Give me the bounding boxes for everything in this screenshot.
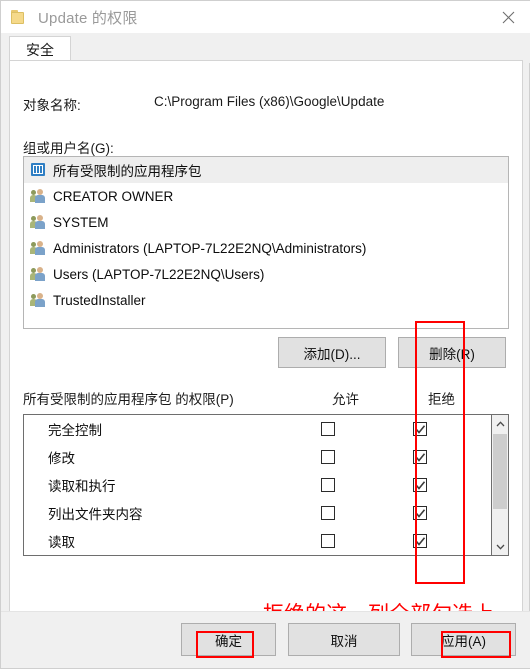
users-icon — [30, 292, 47, 308]
list-item[interactable]: SYSTEM — [24, 209, 508, 235]
app-package-icon — [30, 162, 47, 178]
scrollbar-thumb[interactable] — [493, 434, 507, 509]
deny-checkbox[interactable] — [413, 422, 427, 436]
remove-button-label: 删除(R) — [429, 346, 475, 362]
list-item[interactable]: Administrators (LAPTOP-7L22E2NQ\Administ… — [24, 235, 508, 261]
folder-icon — [11, 10, 27, 24]
chevron-up-icon[interactable] — [492, 415, 508, 432]
list-item-label: 所有受限制的应用程序包 — [53, 164, 202, 179]
permission-name: 修改 — [48, 451, 75, 466]
close-icon[interactable] — [486, 1, 530, 33]
allow-checkbox[interactable] — [321, 534, 335, 548]
users-icon — [30, 188, 47, 204]
object-name-label: 对象名称: — [23, 98, 81, 113]
list-item[interactable]: 所有受限制的应用程序包 — [24, 157, 508, 183]
deny-checkbox[interactable] — [413, 478, 427, 492]
group-user-list[interactable]: 所有受限制的应用程序包 CREATOR OWNER SYSTEM Adminis… — [23, 156, 509, 329]
table-row[interactable]: 修改 — [24, 443, 508, 471]
users-icon — [30, 266, 47, 282]
list-item-label: TrustedInstaller — [53, 292, 146, 308]
list-item-label: Administrators (LAPTOP-7L22E2NQ\Administ… — [53, 240, 367, 256]
table-row[interactable]: 读取 — [24, 527, 508, 555]
list-item[interactable]: TrustedInstaller — [24, 287, 508, 313]
table-row[interactable]: 列出文件夹内容 — [24, 499, 508, 527]
ok-button[interactable]: 确定 — [181, 623, 276, 656]
object-name-value: C:\Program Files (x86)\Google\Update — [154, 94, 385, 109]
permissions-scrollbar[interactable] — [491, 415, 508, 555]
table-row[interactable]: 完全控制 — [24, 415, 508, 443]
apply-button[interactable]: 应用(A) — [411, 623, 516, 656]
tab-security[interactable]: 安全 — [9, 36, 71, 63]
permissions-list[interactable]: 完全控制 修改 读取和执行 列出文件夹内容 读取 — [23, 414, 509, 556]
window-title: Update 的权限 — [38, 9, 138, 27]
deny-checkbox[interactable] — [413, 450, 427, 464]
remove-button[interactable]: 删除(R) — [398, 337, 506, 368]
list-item-label: Users (LAPTOP-7L22E2NQ\Users) — [53, 266, 265, 282]
group-list-label: 组或用户名(G): — [23, 141, 114, 156]
add-button[interactable]: 添加(D)... — [278, 337, 386, 368]
deny-checkbox[interactable] — [413, 534, 427, 548]
deny-checkbox[interactable] — [413, 506, 427, 520]
users-icon — [30, 240, 47, 256]
list-item-label: SYSTEM — [53, 214, 109, 230]
allow-column-header: 允许 — [332, 392, 359, 407]
deny-column-header: 拒绝 — [428, 392, 455, 407]
list-item[interactable]: Users (LAPTOP-7L22E2NQ\Users) — [24, 261, 508, 287]
security-tab-panel: 对象名称: C:\Program Files (x86)\Google\Upda… — [9, 60, 523, 613]
users-icon — [30, 214, 47, 230]
tab-security-label: 安全 — [26, 42, 54, 58]
apply-button-label: 应用(A) — [441, 633, 486, 649]
list-item[interactable]: CREATOR OWNER — [24, 183, 508, 209]
allow-checkbox[interactable] — [321, 506, 335, 520]
permission-name: 列出文件夹内容 — [48, 507, 143, 522]
permission-name: 完全控制 — [48, 423, 102, 438]
chevron-down-icon[interactable] — [492, 538, 508, 555]
title-bar: Update 的权限 — [1, 1, 530, 33]
cancel-button[interactable]: 取消 — [288, 623, 400, 656]
add-button-label: 添加(D)... — [303, 346, 361, 362]
tab-strip: 安全 — [1, 33, 530, 63]
list-item-label: CREATOR OWNER — [53, 188, 174, 204]
permission-name: 读取和执行 — [48, 479, 116, 494]
allow-checkbox[interactable] — [321, 450, 335, 464]
allow-checkbox[interactable] — [321, 422, 335, 436]
object-name-row: 对象名称: C:\Program Files (x86)\Google\Upda… — [23, 94, 384, 114]
cancel-button-label: 取消 — [330, 633, 358, 649]
ok-button-label: 确定 — [215, 633, 242, 649]
permission-name: 读取 — [48, 535, 75, 550]
table-row[interactable]: 读取和执行 — [24, 471, 508, 499]
table-row-partial[interactable] — [24, 555, 508, 556]
allow-checkbox[interactable] — [321, 478, 335, 492]
permissions-label: 所有受限制的应用程序包 的权限(P) — [23, 392, 234, 407]
permissions-dialog: Update 的权限 安全 对象名称: C:\Program Files (x8… — [0, 0, 530, 669]
